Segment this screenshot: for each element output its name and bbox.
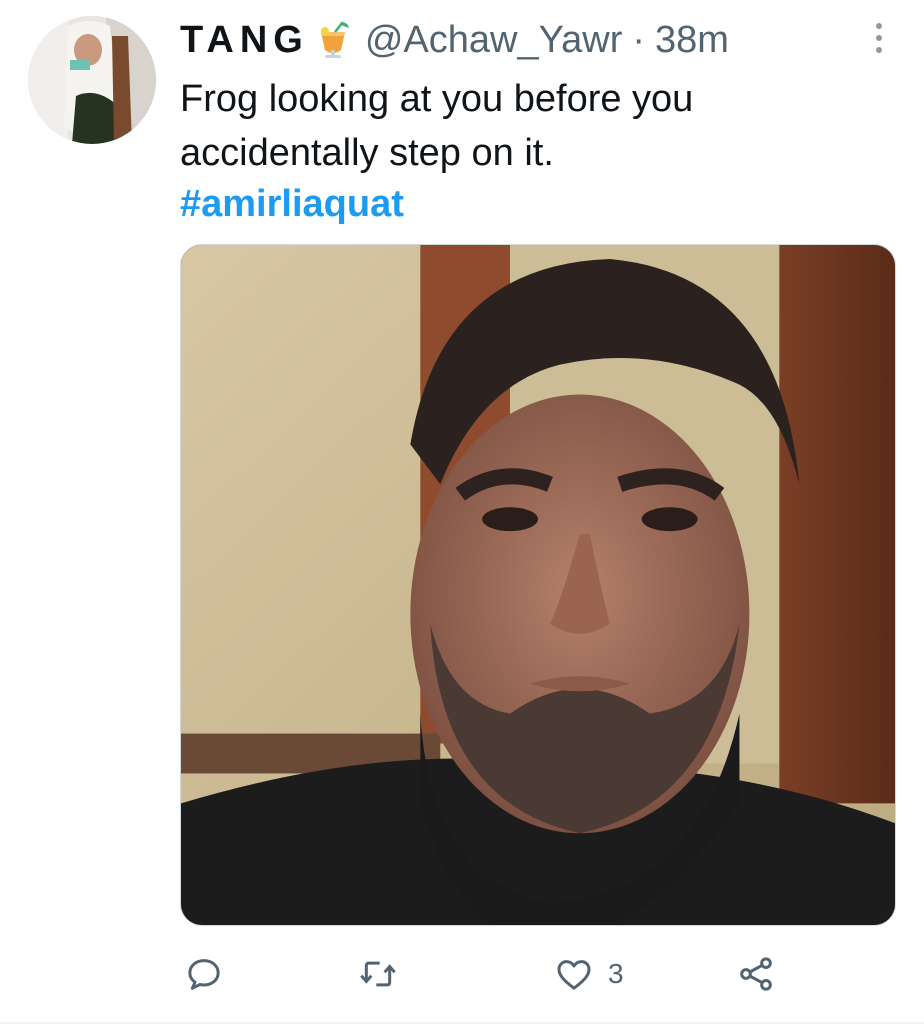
avatar[interactable] xyxy=(28,16,156,144)
display-name[interactable]: TANG xyxy=(180,19,309,62)
tweet-header: TANG @Achaw_Yawr · 38m xyxy=(180,16,729,64)
tweet-media-photo[interactable] xyxy=(180,244,896,926)
more-options-icon[interactable] xyxy=(864,18,894,58)
tropical-drink-emoji xyxy=(313,20,353,60)
reply-button[interactable] xyxy=(184,950,224,998)
hashtag-link[interactable]: #amirliaquat xyxy=(180,180,404,228)
avatar-image xyxy=(28,16,156,144)
tweet[interactable]: TANG @Achaw_Yawr · 38m Frog looking at y… xyxy=(0,0,924,1024)
like-button[interactable]: 3 xyxy=(554,950,624,998)
retweet-icon xyxy=(360,961,396,987)
tweet-actions-bar: 3 xyxy=(180,950,896,998)
retweet-button[interactable] xyxy=(358,950,398,998)
heart-icon xyxy=(557,960,591,990)
reply-icon xyxy=(188,959,220,990)
share-button[interactable] xyxy=(736,950,776,998)
photo-image xyxy=(181,245,895,925)
tweet-text: Frog looking at you before you accidenta… xyxy=(180,78,694,174)
handle[interactable]: @Achaw_Yawr xyxy=(365,19,623,62)
like-count: 3 xyxy=(608,958,624,989)
separator-dot: · xyxy=(632,18,646,61)
share-icon xyxy=(740,957,772,991)
timestamp[interactable]: 38m xyxy=(655,19,729,62)
